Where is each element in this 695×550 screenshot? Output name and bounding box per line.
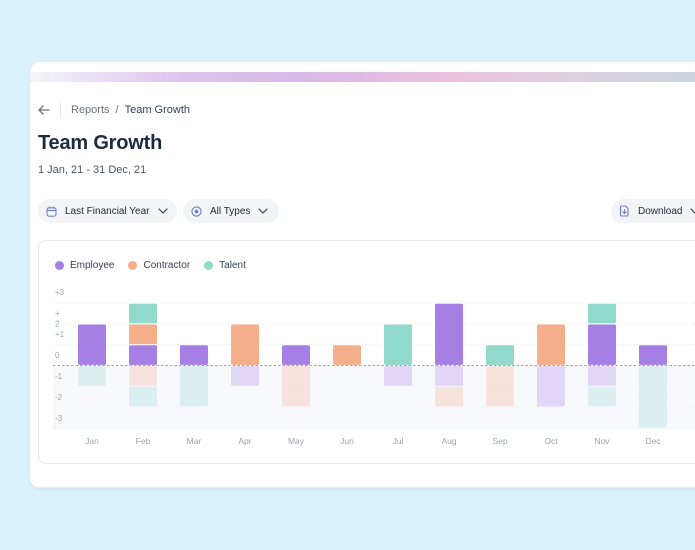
- bar-employee-negative: [231, 366, 259, 386]
- y-tick-label: -2: [55, 393, 63, 402]
- date-range: 1 Jan, 21 - 31 Dec, 21: [38, 164, 147, 176]
- x-tick-label: Oct: [544, 436, 558, 446]
- breadcrumb: Reports / Team Growth: [37, 102, 190, 118]
- download-button[interactable]: Download: [611, 199, 695, 223]
- bar-employee-negative: [435, 366, 463, 386]
- download-label: Download: [638, 205, 683, 217]
- x-tick-label: Sep: [492, 436, 507, 446]
- breadcrumb-link-reports[interactable]: Reports: [71, 104, 110, 116]
- team-growth-bar-chart: +3 +2+1 0 -1 -2 -3 Jan Feb Mar Apr May Jun Jul Aug Sep…: [53, 288, 695, 446]
- bar-contractor-negative: [486, 366, 514, 407]
- bar-employee-positive: [435, 303, 463, 365]
- bar-talent-positive: [588, 303, 616, 324]
- bar-contractor-negative: [129, 366, 157, 386]
- card-footer-divider: [30, 487, 695, 488]
- y-tick-label: +: [55, 309, 60, 318]
- team-growth-chart-panel: Employee Contractor Talent +3 +2 +1 0 -1 -2 -3…: [38, 240, 695, 464]
- bar-talent-positive: [384, 324, 412, 365]
- bar-employee-positive: [78, 324, 106, 365]
- bar-contractor-positive: [129, 324, 157, 345]
- x-tick-label: Apr: [238, 436, 251, 446]
- y-tick-label: 0: [55, 351, 60, 360]
- x-tick-label: Dec: [645, 436, 661, 446]
- file-download-icon: [619, 205, 629, 217]
- x-tick-label: Jul: [393, 436, 404, 446]
- bar-talent-negative: [129, 386, 157, 407]
- chevron-down-icon: [157, 208, 168, 214]
- y-tick-label: +3: [55, 288, 65, 297]
- bar-employee-negative: [537, 366, 565, 407]
- calendar-icon: [46, 206, 57, 217]
- header-gradient-bar: [30, 72, 695, 82]
- bar-contractor-negative: [435, 386, 463, 407]
- y-tick-label: -3: [55, 414, 63, 423]
- x-tick-label: May: [288, 436, 305, 446]
- bar-employee-positive: [180, 345, 208, 365]
- x-tick-label: Mar: [187, 436, 202, 446]
- bar-talent-positive: [129, 303, 157, 324]
- bar-employee-negative: [384, 366, 412, 386]
- chevron-down-icon: [690, 208, 695, 214]
- y-tick-label: +1: [55, 330, 65, 339]
- bar-talent-negative: [180, 366, 208, 407]
- bar-employee-positive: [129, 345, 157, 365]
- y-tick-label: 2: [55, 320, 60, 329]
- type-filter-dropdown[interactable]: All Types: [183, 199, 279, 223]
- bar-talent-negative: [639, 366, 667, 428]
- target-icon: [191, 205, 202, 217]
- x-tick-label: Jan: [85, 436, 99, 446]
- breadcrumb-current: Team Growth: [124, 104, 191, 116]
- bar-contractor-positive: [231, 324, 259, 365]
- bar-employee-positive: [282, 345, 310, 365]
- x-tick-label: Feb: [136, 436, 151, 446]
- x-tick-label: Jun: [340, 436, 354, 446]
- bar-employee-negative: [588, 366, 616, 386]
- bar-talent-negative: [588, 386, 616, 407]
- bar-employee-positive: [639, 345, 667, 365]
- breadcrumb-separator: /: [115, 104, 119, 116]
- breadcrumb-divider: [60, 102, 61, 118]
- bar-contractor-negative: [282, 366, 310, 407]
- page-title: Team Growth: [38, 132, 163, 154]
- bar-talent-negative: [78, 366, 106, 386]
- x-tick-label: Nov: [594, 436, 610, 446]
- y-tick-label: -1: [55, 372, 63, 381]
- type-filter-label: All Types: [210, 205, 251, 217]
- period-filter-label: Last Financial Year: [65, 205, 150, 217]
- bar-employee-positive: [588, 324, 616, 365]
- x-tick-label: Aug: [441, 436, 456, 446]
- arrow-left-icon[interactable]: [37, 103, 51, 117]
- bar-talent-positive: [486, 345, 514, 365]
- period-filter-dropdown[interactable]: Last Financial Year: [38, 199, 177, 223]
- bar-contractor-positive: [333, 345, 361, 365]
- report-card: Reports / Team Growth Team Growth 1 Jan,…: [30, 62, 695, 488]
- chevron-down-icon: [258, 208, 268, 214]
- bar-contractor-positive: [537, 324, 565, 365]
